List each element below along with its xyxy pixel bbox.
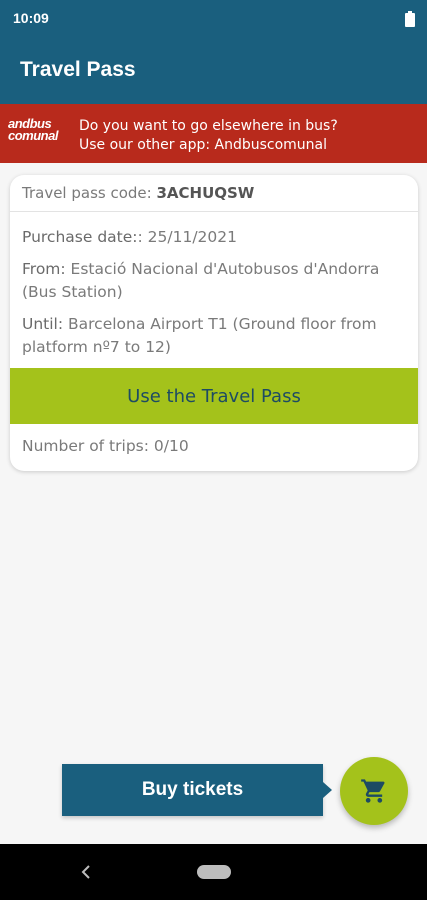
buy-tickets-button[interactable]: Buy tickets <box>62 764 323 816</box>
buy-pointer-arrow <box>323 782 332 798</box>
navigation-bar <box>0 844 427 900</box>
until-label: Until: <box>22 315 64 333</box>
code-line: Travel pass code: 3ACHUQSW <box>22 184 254 202</box>
purchase-label: Purchase date: <box>22 228 138 246</box>
from-value: Estació Nacional d'Autobusos d'Andorra (… <box>22 260 380 301</box>
promo-banner[interactable]: andbus comunal Do you want to go elsewhe… <box>0 104 427 163</box>
status-time: 10:09 <box>13 10 49 26</box>
app-bar: Travel Pass <box>0 40 427 104</box>
trips-value: 0/10 <box>153 437 189 455</box>
promo-text: Do you want to go elsewhere in bus? Use … <box>79 117 338 155</box>
purchase-date: Purchase date:: 25/11/2021 <box>22 226 412 249</box>
andbuscomunal-logo: andbus comunal <box>8 117 70 150</box>
back-chevron-icon[interactable] <box>78 862 94 882</box>
pass-details: Purchase date:: 25/11/2021 From: Estació… <box>22 226 412 359</box>
battery-full-icon <box>405 11 415 27</box>
code-value: 3ACHUQSW <box>156 184 255 202</box>
status-bar: 10:09 <box>0 0 427 40</box>
code-row: Travel pass code: 3ACHUQSW <box>10 175 418 212</box>
until-value: Barcelona Airport T1 (Ground floor from … <box>22 315 377 356</box>
trips-label: Number of trips: <box>22 437 154 455</box>
use-travel-pass-button[interactable]: Use the Travel Pass <box>10 368 418 424</box>
promo-line-1: Do you want to go elsewhere in bus? <box>79 118 338 134</box>
code-label: Travel pass code: <box>22 184 157 202</box>
logo-line-2: comunal <box>8 128 58 143</box>
travel-pass-card: Travel pass code: 3ACHUQSW Purchase date… <box>10 175 418 471</box>
home-pill-icon[interactable] <box>197 865 231 879</box>
cart-button[interactable] <box>340 757 408 825</box>
from-label: From: <box>22 260 66 278</box>
purchase-value: : 25/11/2021 <box>137 228 238 246</box>
page-title: Travel Pass <box>20 58 136 81</box>
from-location: From: Estació Nacional d'Autobusos d'And… <box>22 258 412 304</box>
screen: 10:09 Travel Pass andbus comunal Do you … <box>0 0 427 900</box>
trips-count: Number of trips: 0/10 <box>22 437 189 455</box>
until-location: Until: Barcelona Airport T1 (Ground floo… <box>22 313 412 359</box>
promo-line-2: Use our other app: Andbuscomunal <box>79 137 328 153</box>
shopping-cart-icon <box>361 779 385 803</box>
